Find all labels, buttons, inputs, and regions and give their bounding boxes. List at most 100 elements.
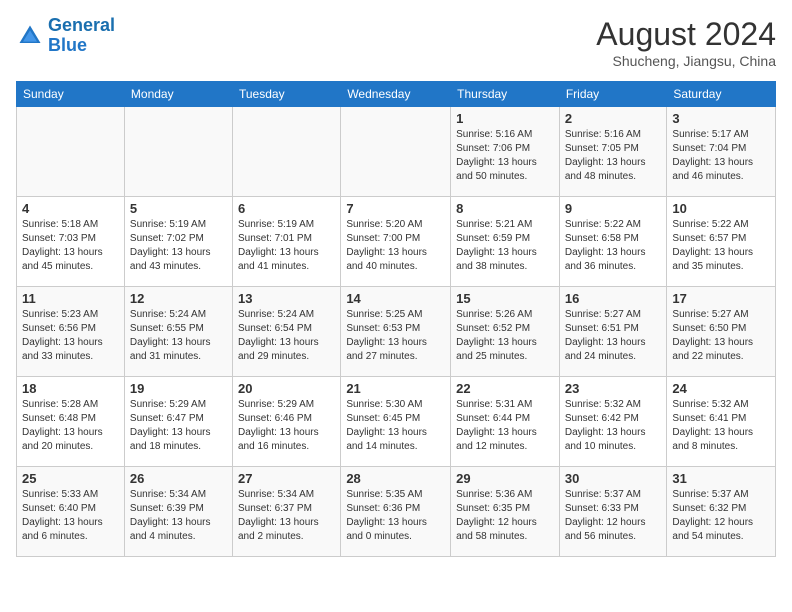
calendar-cell: 1Sunrise: 5:16 AMSunset: 7:06 PMDaylight… [451, 107, 560, 197]
weekday-header-thursday: Thursday [451, 82, 560, 107]
weekday-header-monday: Monday [124, 82, 232, 107]
day-number: 12 [130, 291, 227, 306]
calendar-cell: 16 Sunrise: 5:27 AMSunset: 6:51 PMDayligh… [559, 287, 667, 377]
day-info: Sunrise: 5:33 AMSunset: 6:40 PMDaylight:… [22, 488, 119, 544]
week-row-2: 4Sunrise: 5:18 AMSunset: 7:03 PMDaylight… [17, 197, 776, 287]
week-row-5: 25 Sunrise: 5:33 AMSunset: 6:40 PMDayligh… [17, 467, 776, 557]
calendar-cell [341, 107, 451, 197]
day-info: Sunrise: 5:31 AMSunset: 6:44 PMDaylight:… [456, 398, 554, 454]
day-number: 16 [565, 291, 662, 306]
day-info: Sunrise: 5:17 AMSunset: 7:04 PMDaylight:… [672, 128, 770, 184]
day-info: Sunrise: 5:26 AMSunset: 6:52 PMDaylight:… [456, 308, 554, 364]
weekday-header-wednesday: Wednesday [341, 82, 451, 107]
day-number: 23 [565, 381, 662, 396]
day-number: 29 [456, 471, 554, 486]
day-number: 19 [130, 381, 227, 396]
day-info: Sunrise: 5:32 AMSunset: 6:41 PMDaylight:… [672, 398, 770, 454]
calendar-cell: 19 Sunrise: 5:29 AMSunset: 6:47 PMDayligh… [124, 377, 232, 467]
title-block: August 2024 Shucheng, Jiangsu, China [596, 16, 776, 69]
day-number: 25 [22, 471, 119, 486]
day-number: 17 [672, 291, 770, 306]
calendar-cell: 17 Sunrise: 5:27 AMSunset: 6:50 PMDayligh… [667, 287, 776, 377]
day-number: 5 [130, 201, 227, 216]
day-number: 18 [22, 381, 119, 396]
day-info: Sunrise: 5:34 AMSunset: 6:37 PMDaylight:… [238, 488, 335, 544]
week-row-4: 18 Sunrise: 5:28 AMSunset: 6:48 PMDayligh… [17, 377, 776, 467]
weekday-row: SundayMondayTuesdayWednesdayThursdayFrid… [17, 82, 776, 107]
day-info: Sunrise: 5:29 AMSunset: 6:47 PMDaylight:… [130, 398, 227, 454]
day-number: 9 [565, 201, 662, 216]
day-info: Sunrise: 5:24 AMSunset: 6:54 PMDaylight:… [238, 308, 335, 364]
month-year: August 2024 [596, 16, 776, 53]
day-number: 4 [22, 201, 119, 216]
day-number: 24 [672, 381, 770, 396]
calendar-cell: 15Sunrise: 5:26 AMSunset: 6:52 PMDayligh… [451, 287, 560, 377]
calendar-cell: 20 Sunrise: 5:29 AMSunset: 6:46 PMDayligh… [232, 377, 340, 467]
day-number: 14 [346, 291, 445, 306]
day-info: Sunrise: 5:35 AMSunset: 6:36 PMDaylight:… [346, 488, 445, 544]
day-number: 20 [238, 381, 335, 396]
day-number: 31 [672, 471, 770, 486]
calendar-cell: 25 Sunrise: 5:33 AMSunset: 6:40 PMDayligh… [17, 467, 125, 557]
calendar-cell: 28 Sunrise: 5:35 AMSunset: 6:36 PMDayligh… [341, 467, 451, 557]
day-number: 8 [456, 201, 554, 216]
day-number: 2 [565, 111, 662, 126]
calendar-cell: 30 Sunrise: 5:37 AMSunset: 6:33 PMDayligh… [559, 467, 667, 557]
calendar-cell: 22 Sunrise: 5:31 AMSunset: 6:44 PMDayligh… [451, 377, 560, 467]
day-info: Sunrise: 5:27 AMSunset: 6:50 PMDaylight:… [672, 308, 770, 364]
calendar-cell: 2 Sunrise: 5:16 AMSunset: 7:05 PMDaylight… [559, 107, 667, 197]
calendar-cell: 12 Sunrise: 5:24 AMSunset: 6:55 PMDayligh… [124, 287, 232, 377]
calendar-cell: 3 Sunrise: 5:17 AMSunset: 7:04 PMDaylight… [667, 107, 776, 197]
day-info: Sunrise: 5:20 AMSunset: 7:00 PMDaylight:… [346, 218, 445, 274]
calendar-table: SundayMondayTuesdayWednesdayThursdayFrid… [16, 81, 776, 557]
day-info: Sunrise: 5:27 AMSunset: 6:51 PMDaylight:… [565, 308, 662, 364]
week-row-1: 1Sunrise: 5:16 AMSunset: 7:06 PMDaylight… [17, 107, 776, 197]
calendar-cell [17, 107, 125, 197]
calendar-cell: 13Sunrise: 5:24 AMSunset: 6:54 PMDayligh… [232, 287, 340, 377]
calendar-cell: 14Sunrise: 5:25 AMSunset: 6:53 PMDayligh… [341, 287, 451, 377]
day-info: Sunrise: 5:28 AMSunset: 6:48 PMDaylight:… [22, 398, 119, 454]
calendar-cell: 11Sunrise: 5:23 AMSunset: 6:56 PMDayligh… [17, 287, 125, 377]
day-info: Sunrise: 5:19 AMSunset: 7:02 PMDaylight:… [130, 218, 227, 274]
calendar-body: 1Sunrise: 5:16 AMSunset: 7:06 PMDaylight… [17, 107, 776, 557]
day-number: 21 [346, 381, 445, 396]
day-number: 27 [238, 471, 335, 486]
day-info: Sunrise: 5:34 AMSunset: 6:39 PMDaylight:… [130, 488, 227, 544]
day-number: 10 [672, 201, 770, 216]
day-info: Sunrise: 5:32 AMSunset: 6:42 PMDaylight:… [565, 398, 662, 454]
day-info: Sunrise: 5:36 AMSunset: 6:35 PMDaylight:… [456, 488, 554, 544]
calendar-cell: 18 Sunrise: 5:28 AMSunset: 6:48 PMDayligh… [17, 377, 125, 467]
logo-general: General [48, 15, 115, 35]
calendar-cell: 10Sunrise: 5:22 AMSunset: 6:57 PMDayligh… [667, 197, 776, 287]
day-info: Sunrise: 5:19 AMSunset: 7:01 PMDaylight:… [238, 218, 335, 274]
calendar-cell: 6 Sunrise: 5:19 AMSunset: 7:01 PMDaylight… [232, 197, 340, 287]
calendar-cell: 7Sunrise: 5:20 AMSunset: 7:00 PMDaylight… [341, 197, 451, 287]
day-number: 28 [346, 471, 445, 486]
day-number: 30 [565, 471, 662, 486]
weekday-header-sunday: Sunday [17, 82, 125, 107]
day-info: Sunrise: 5:21 AMSunset: 6:59 PMDaylight:… [456, 218, 554, 274]
day-info: Sunrise: 5:37 AMSunset: 6:33 PMDaylight:… [565, 488, 662, 544]
day-info: Sunrise: 5:24 AMSunset: 6:55 PMDaylight:… [130, 308, 227, 364]
day-info: Sunrise: 5:22 AMSunset: 6:58 PMDaylight:… [565, 218, 662, 274]
day-info: Sunrise: 5:16 AMSunset: 7:05 PMDaylight:… [565, 128, 662, 184]
day-number: 3 [672, 111, 770, 126]
calendar-cell: 9 Sunrise: 5:22 AMSunset: 6:58 PMDaylight… [559, 197, 667, 287]
logo-blue: Blue [48, 36, 115, 56]
calendar-cell [232, 107, 340, 197]
calendar-cell: 4Sunrise: 5:18 AMSunset: 7:03 PMDaylight… [17, 197, 125, 287]
logo-icon [16, 22, 44, 50]
calendar-cell: 24 Sunrise: 5:32 AMSunset: 6:41 PMDayligh… [667, 377, 776, 467]
location: Shucheng, Jiangsu, China [596, 53, 776, 69]
weekday-header-tuesday: Tuesday [232, 82, 340, 107]
calendar-cell: 26Sunrise: 5:34 AMSunset: 6:39 PMDayligh… [124, 467, 232, 557]
day-info: Sunrise: 5:29 AMSunset: 6:46 PMDaylight:… [238, 398, 335, 454]
day-info: Sunrise: 5:37 AMSunset: 6:32 PMDaylight:… [672, 488, 770, 544]
calendar-cell: 21Sunrise: 5:30 AMSunset: 6:45 PMDayligh… [341, 377, 451, 467]
week-row-3: 11Sunrise: 5:23 AMSunset: 6:56 PMDayligh… [17, 287, 776, 377]
weekday-header-friday: Friday [559, 82, 667, 107]
calendar-cell: 23 Sunrise: 5:32 AMSunset: 6:42 PMDayligh… [559, 377, 667, 467]
calendar-cell: 5 Sunrise: 5:19 AMSunset: 7:02 PMDaylight… [124, 197, 232, 287]
day-number: 22 [456, 381, 554, 396]
day-number: 6 [238, 201, 335, 216]
